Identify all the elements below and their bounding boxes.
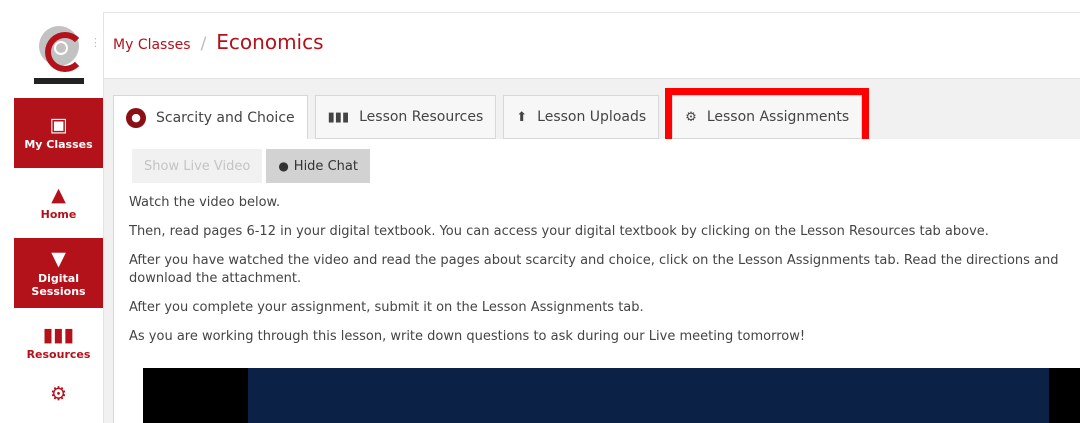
sidebar: ▣ My Classes ▲ Home ▼ Digital Sessions ▮…	[14, 12, 104, 423]
logo[interactable]	[14, 12, 103, 98]
presentation-board-icon: ▣	[49, 114, 68, 136]
instruction-paragraph: After you complete your assignment, subm…	[129, 300, 644, 315]
sidebar-item-label: Resources	[26, 348, 91, 361]
tab-label: Scarcity and Choice	[156, 109, 295, 126]
sidebar-expand-icon[interactable]: ⋮	[90, 36, 101, 50]
sidebar-item-my-classes[interactable]: ▣ My Classes	[14, 98, 103, 168]
tab-lesson-uploads[interactable]: ⬆ Lesson Uploads	[503, 95, 660, 139]
instruction-paragraph: After you have watched the video and rea…	[129, 253, 1059, 286]
home-icon: ▲	[51, 184, 66, 206]
tab-lesson-assignments[interactable]: ⚙ Lesson Assignments	[665, 88, 870, 146]
breadcrumb-separator: /	[200, 34, 207, 54]
sidebar-item-label: Digital Sessions	[31, 271, 86, 298]
video-frame	[248, 368, 1049, 423]
sidebar-item-home[interactable]: ▲ Home	[14, 168, 103, 238]
tab-label: Lesson Uploads	[537, 109, 647, 125]
logo-icon	[38, 26, 85, 72]
books-icon: ▮▮▮	[42, 324, 75, 346]
lesson-instructions: Watch the video below. Then, read pages …	[129, 194, 1079, 357]
hide-chat-button[interactable]: ● Hide Chat	[266, 149, 370, 183]
page-title: Economics	[216, 30, 324, 54]
instruction-paragraph: Then, read pages 6-12 in your digital te…	[129, 224, 989, 239]
breadcrumb-my-classes-link[interactable]: My Classes	[113, 37, 191, 53]
hide-chat-label: Hide Chat	[293, 158, 358, 174]
breadcrumb: My Classes / Economics	[113, 30, 324, 54]
upload-icon: ⬆	[516, 109, 528, 125]
tab-label: Lesson Resources	[359, 109, 484, 125]
instruction-paragraph: As you are working through this lesson, …	[129, 329, 806, 344]
tab-lesson-resources[interactable]: ▮▮▮ Lesson Resources	[314, 95, 497, 139]
lesson-video-player[interactable]	[143, 368, 1080, 423]
logo-bar	[33, 78, 84, 84]
chat-bubble-icon: ●	[278, 159, 289, 173]
lesson-tabs: ● Scarcity and Choice ▮▮▮ Lesson Resourc…	[113, 88, 870, 146]
sidebar-item-resources[interactable]: ▮▮▮ Resources	[14, 308, 103, 378]
sidebar-item-label: My Classes	[24, 138, 93, 151]
graduation-cap-icon: ▼	[51, 247, 66, 270]
tab-label: Lesson Assignments	[706, 109, 850, 125]
brain-gears-icon: ⚙	[49, 383, 68, 405]
instruction-paragraph: Watch the video below.	[129, 195, 281, 210]
show-live-video-button[interactable]: Show Live Video	[132, 149, 263, 183]
tab-content: Show Live Video ● Hide Chat Watch the vi…	[113, 139, 1080, 423]
brain-gears-icon: ⚙	[685, 109, 697, 125]
sidebar-item-assignments[interactable]: ⚙	[14, 378, 103, 418]
books-icon: ▮▮▮	[327, 109, 350, 125]
sidebar-item-digital-sessions[interactable]: ▼ Digital Sessions	[14, 238, 103, 308]
lesson-icon: ●	[126, 107, 146, 128]
sidebar-item-label: Home	[40, 208, 77, 221]
top-rule	[104, 12, 1080, 13]
tab-scarcity-and-choice[interactable]: ● Scarcity and Choice	[113, 95, 308, 140]
video-chat-controls: Show Live Video ● Hide Chat	[132, 149, 370, 183]
